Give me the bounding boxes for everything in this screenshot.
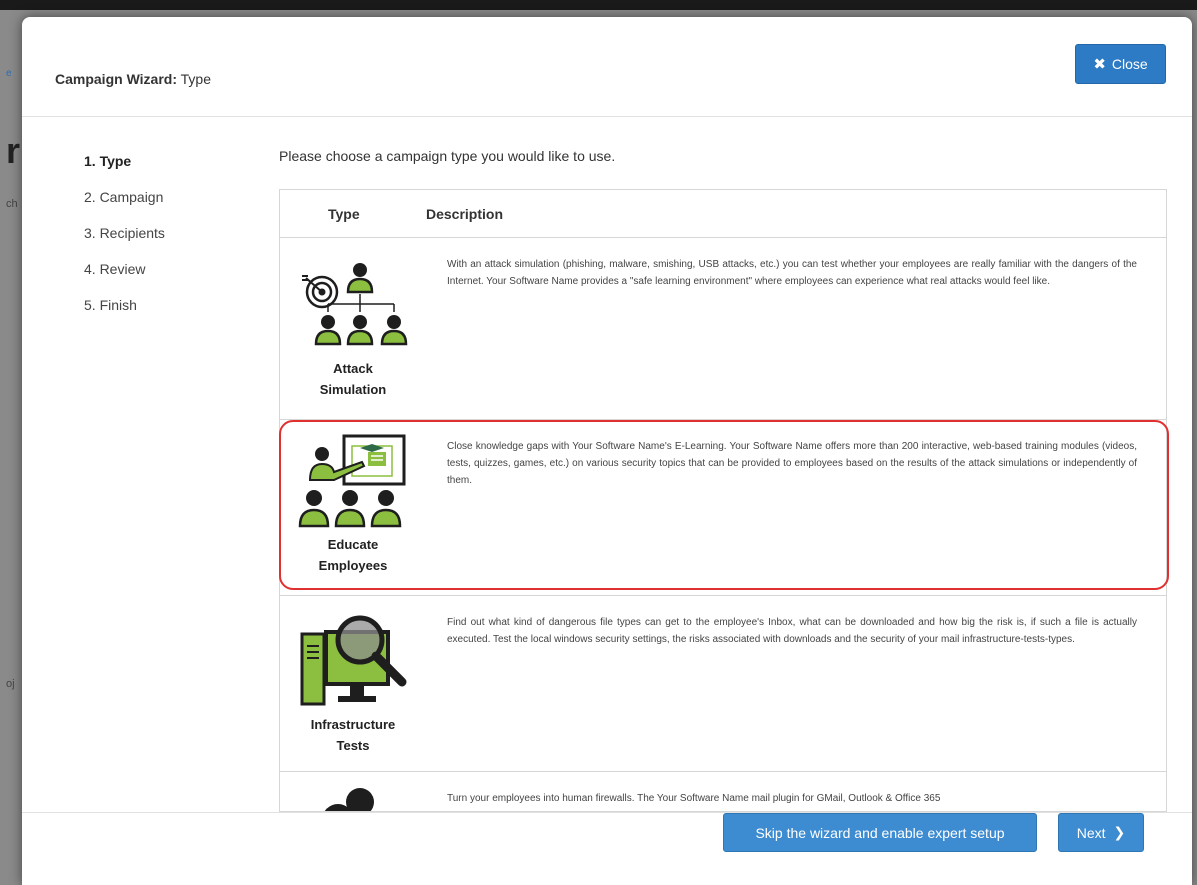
wizard-step-type[interactable]: 1. Type bbox=[84, 151, 165, 187]
wizard-step-review[interactable]: 4. Review bbox=[84, 259, 165, 295]
human-firewall-icon bbox=[324, 788, 374, 811]
row-type-label: Educate bbox=[327, 537, 379, 552]
row-description: Close knowledge gaps with Your Software … bbox=[447, 441, 1137, 486]
row-description: Find out what kind of dangerous file typ… bbox=[447, 617, 1137, 645]
icon-cell: Educate Employees bbox=[280, 420, 426, 595]
background-text: r bbox=[6, 130, 21, 171]
column-header-description: Description bbox=[426, 206, 504, 222]
column-header-type: Type bbox=[328, 206, 360, 222]
row-description: With an attack simulation (phishing, mal… bbox=[447, 259, 1137, 287]
infrastructure-tests-icon bbox=[300, 615, 407, 706]
icon-cell bbox=[280, 772, 426, 811]
wizard-step-campaign[interactable]: 2. Campaign bbox=[84, 187, 165, 223]
educate-employees-icon bbox=[298, 434, 406, 528]
row-type-label: Employees bbox=[318, 558, 388, 573]
close-button-label: Close bbox=[1111, 56, 1148, 72]
icon-cell: Infrastructure Tests bbox=[280, 596, 426, 771]
wizard-step-finish[interactable]: 5. Finish bbox=[84, 295, 165, 331]
row-type-label: Attack bbox=[333, 361, 373, 376]
row-type-label: Tests bbox=[336, 738, 370, 753]
modal-header: Campaign Wizard: Type ✖ Close bbox=[22, 17, 1192, 117]
row-type-label: Simulation bbox=[319, 382, 387, 397]
table-header: Type Description bbox=[280, 190, 1166, 238]
wizard-step-recipients[interactable]: 3. Recipients bbox=[84, 223, 165, 259]
modal-title: Campaign Wizard: Type bbox=[55, 71, 211, 87]
skip-wizard-label: Skip the wizard and enable expert setup bbox=[755, 824, 1005, 841]
modal-title-step: Type bbox=[180, 71, 211, 87]
next-button-label: Next bbox=[1076, 824, 1106, 841]
times-icon: ✖ bbox=[1093, 56, 1106, 73]
wizard-steps: 1. Type 2. Campaign 3. Recipients 4. Rev… bbox=[84, 151, 165, 331]
modal-title-prefix: Campaign Wizard: bbox=[55, 71, 177, 87]
background-text: oj bbox=[6, 678, 15, 690]
campaign-type-table: Type Description Attack Simulation With … bbox=[279, 189, 1167, 812]
campaign-type-row-human-firewall[interactable]: Turn your employees into human firewalls… bbox=[280, 772, 1166, 811]
skip-wizard-button[interactable]: Skip the wizard and enable expert setup bbox=[723, 813, 1037, 852]
campaign-type-row-infrastructure-tests[interactable]: Infrastructure Tests Find out what kind … bbox=[280, 596, 1166, 772]
background-text: ch bbox=[6, 198, 18, 210]
row-description: Turn your employees into human firewalls… bbox=[447, 793, 941, 804]
next-button[interactable]: Next ❯ bbox=[1058, 813, 1144, 852]
campaign-type-row-educate-employees[interactable]: Educate Employees Close knowledge gaps w… bbox=[280, 420, 1166, 596]
chevron-right-icon: ❯ bbox=[1113, 824, 1126, 840]
attack-simulation-icon bbox=[302, 263, 408, 346]
close-button[interactable]: ✖ Close bbox=[1075, 44, 1166, 84]
campaign-type-row-attack-simulation[interactable]: Attack Simulation With an attack simulat… bbox=[280, 238, 1166, 420]
background-text: e bbox=[6, 68, 12, 79]
row-type-label: Infrastructure bbox=[310, 717, 396, 732]
icon-cell: Attack Simulation bbox=[280, 238, 426, 419]
intro-text: Please choose a campaign type you would … bbox=[279, 148, 616, 164]
